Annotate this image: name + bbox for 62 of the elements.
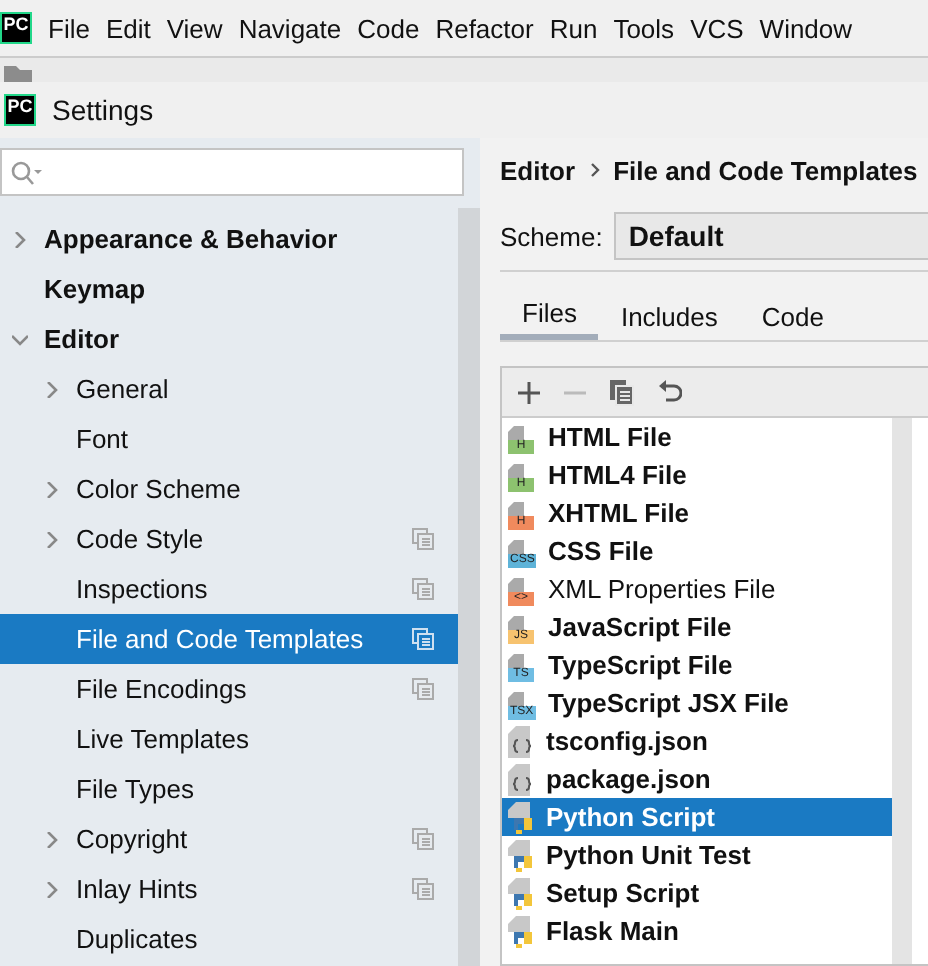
add-icon[interactable] (518, 381, 540, 403)
chevron-right-icon (589, 162, 600, 178)
json-file-icon (508, 725, 536, 757)
chevron-down-icon[interactable] (12, 331, 28, 347)
template-item[interactable]: tsconfig.json (502, 722, 892, 760)
tree-item[interactable]: Duplicates (0, 914, 458, 964)
copy-icon[interactable] (610, 379, 634, 405)
tab[interactable]: Includes (598, 292, 740, 340)
json-file-icon (508, 763, 536, 795)
menu-item[interactable]: Edit (105, 13, 151, 43)
tree-item[interactable]: Copyright (0, 814, 458, 864)
tree-item[interactable]: File and Code Templates (0, 614, 458, 664)
chevron-right-icon[interactable] (44, 881, 60, 897)
search-icon (10, 159, 42, 185)
search-field[interactable] (0, 148, 464, 196)
scrollbar[interactable] (892, 418, 912, 964)
menu-item[interactable]: File (48, 13, 90, 43)
template-item[interactable]: Flask Main (502, 912, 892, 950)
tree-item[interactable]: File Encodings (0, 664, 458, 714)
tab[interactable]: Files (500, 292, 599, 340)
breadcrumb-item: File and Code Templates (613, 155, 918, 185)
tree-item[interactable]: General (0, 364, 458, 414)
tree-item[interactable]: Live Templates (0, 714, 458, 764)
chevron-right-icon[interactable] (44, 531, 60, 547)
app-logo: PC (4, 94, 36, 126)
scheme-label: Scheme: (500, 221, 603, 251)
tree-item[interactable]: Color Scheme (0, 464, 458, 514)
tree-item[interactable]: File Types (0, 764, 458, 814)
menu-item[interactable]: Navigate (238, 13, 342, 43)
tree-item[interactable]: Editor (0, 314, 458, 364)
chevron-right-icon[interactable] (44, 831, 60, 847)
template-item[interactable]: package.json (502, 760, 892, 798)
python-file-icon (508, 801, 536, 833)
chevron-right-icon[interactable] (12, 231, 28, 247)
window-title: Settings (52, 94, 154, 126)
python-file-icon (508, 915, 536, 947)
menu-item[interactable]: Run (549, 13, 598, 43)
menu-item[interactable]: VCS (690, 13, 744, 43)
python-file-icon (508, 839, 536, 871)
tree-item[interactable]: Appearance & Behavior (0, 214, 458, 264)
menu-item[interactable]: Code (357, 13, 420, 43)
menu-item[interactable]: View (166, 13, 223, 43)
scrollbar[interactable] (458, 208, 480, 966)
menu-item[interactable]: Window (759, 13, 853, 43)
chevron-right-icon[interactable] (44, 481, 60, 497)
tree-item[interactable]: Code Style (0, 514, 458, 564)
template-item[interactable]: Setup Script (502, 874, 892, 912)
tree-item[interactable]: Inspections (0, 564, 458, 614)
scheme-dropdown[interactable]: Default (614, 212, 928, 260)
template-item[interactable]: Python Unit Test (502, 836, 892, 874)
app-logo: PC (0, 12, 32, 44)
tree-item[interactable]: Font (0, 414, 458, 464)
tree-item[interactable]: Keymap (0, 264, 458, 314)
tab[interactable]: Code (739, 292, 846, 340)
undo-icon[interactable] (658, 380, 682, 404)
tree-item[interactable]: Inlay Hints (0, 864, 458, 914)
template-item[interactable]: Python Script (502, 798, 892, 836)
chevron-right-icon[interactable] (44, 381, 60, 397)
python-file-icon (508, 877, 536, 909)
menu-item[interactable]: Tools (613, 13, 675, 43)
menu-item[interactable]: Refactor (435, 13, 534, 43)
breadcrumb-item[interactable]: Editor (500, 155, 576, 185)
